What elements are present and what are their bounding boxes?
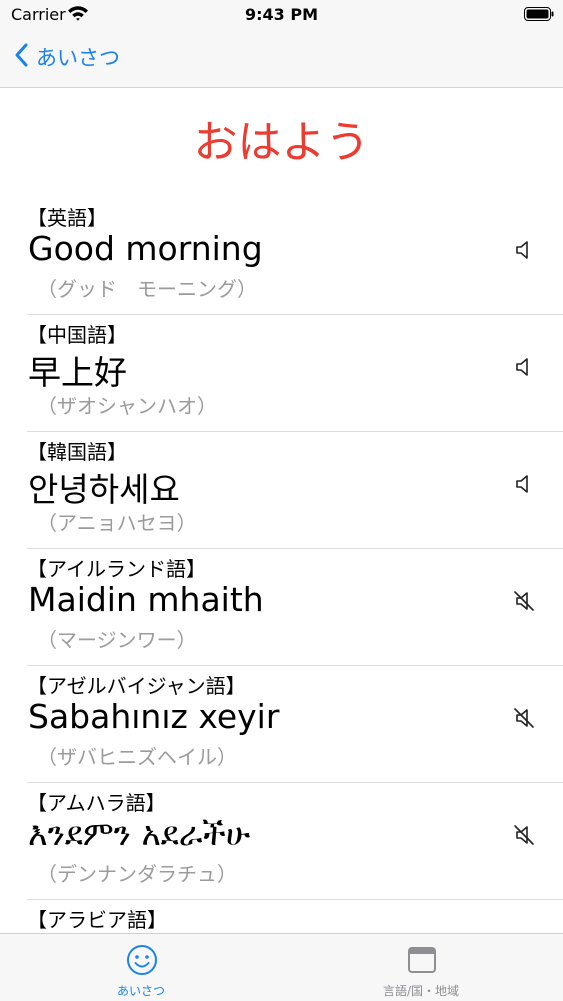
phrase-text: 早上好 xyxy=(28,353,127,392)
phrase-reading: （アニョハセヨ） xyxy=(37,511,197,535)
speaker-icon[interactable] xyxy=(512,238,536,262)
status-time: 9:43 PM xyxy=(244,5,318,24)
phrase-row-chinese[interactable]: 【中国語】 早上好 （ザオシャンハオ） xyxy=(27,315,563,432)
phrase-reading: （グッド モーニング） xyxy=(37,277,257,301)
phrase-list[interactable]: おはよう 【英語】 Good morning （グッド モーニング） 【中国語】… xyxy=(0,88,563,933)
phrase-row-arabic[interactable]: 【アラビア語】 xyxy=(27,900,563,933)
chevron-left-icon xyxy=(14,43,28,71)
speaker-icon[interactable] xyxy=(512,472,536,496)
tab-languages-regions-label: 言語/国・地域 xyxy=(382,984,460,998)
phrase-text: Maidin mhaith xyxy=(28,580,264,619)
phrase-row-english[interactable]: 【英語】 Good morning （グッド モーニング） xyxy=(27,198,563,315)
phrase-text: 안녕하세요 xyxy=(28,470,180,509)
phrase-text: Sabahınız xeyir xyxy=(28,697,280,736)
back-button-label: あいさつ xyxy=(36,46,120,70)
language-label: 【中国語】 xyxy=(27,323,127,347)
tab-greetings[interactable]: あいさつ xyxy=(41,934,241,1001)
status-bar: Carrier 9:43 PM xyxy=(0,0,563,30)
window-icon xyxy=(406,944,438,976)
language-label: 【アイルランド語】 xyxy=(27,557,206,581)
tab-greetings-label: あいさつ xyxy=(116,984,165,998)
phrase-text: እንደምን አደራችሁ xyxy=(28,814,251,853)
phrase-row-azerbaijani[interactable]: 【アゼルバイジャン語】 Sabahınız xeyir （ザバヒニズヘイル） xyxy=(27,666,563,783)
language-label: 【アムハラ語】 xyxy=(27,791,166,815)
page-title: おはよう xyxy=(193,117,370,168)
tab-languages-regions[interactable]: 言語/国・地域 xyxy=(321,934,521,1001)
phrase-reading: （デンナンダラチュ） xyxy=(37,862,237,886)
navigation-bar: あいさつ xyxy=(0,30,563,88)
phrase-row-irish[interactable]: 【アイルランド語】 Maidin mhaith （マージンワー） xyxy=(27,549,563,666)
language-label: 【韓国語】 xyxy=(27,440,127,464)
phrase-row-amharic[interactable]: 【アムハラ語】 እንደምን አደራችሁ （デンナンダラチュ） xyxy=(27,783,563,900)
back-button[interactable]: あいさつ xyxy=(14,42,120,72)
language-label: 【英語】 xyxy=(27,206,107,230)
speaker-muted-icon[interactable] xyxy=(512,589,536,613)
speaker-muted-icon[interactable] xyxy=(512,706,536,730)
language-label: 【アラビア語】 xyxy=(27,908,167,932)
battery-icon xyxy=(524,6,554,21)
phrase-text: Good morning xyxy=(28,229,263,268)
speaker-icon[interactable] xyxy=(512,355,536,379)
phrase-reading: （マージンワー） xyxy=(37,628,197,652)
phrase-reading: （ザオシャンハオ） xyxy=(37,394,217,418)
language-label: 【アゼルバイジャン語】 xyxy=(27,674,246,698)
phrase-row-korean[interactable]: 【韓国語】 안녕하세요 （アニョハセヨ） xyxy=(27,432,563,549)
smiley-icon xyxy=(126,944,158,976)
speaker-muted-icon[interactable] xyxy=(512,823,536,847)
phrase-reading: （ザバヒニズヘイル） xyxy=(37,745,237,769)
tab-bar: あいさつ 言語/国・地域 xyxy=(0,933,563,1001)
